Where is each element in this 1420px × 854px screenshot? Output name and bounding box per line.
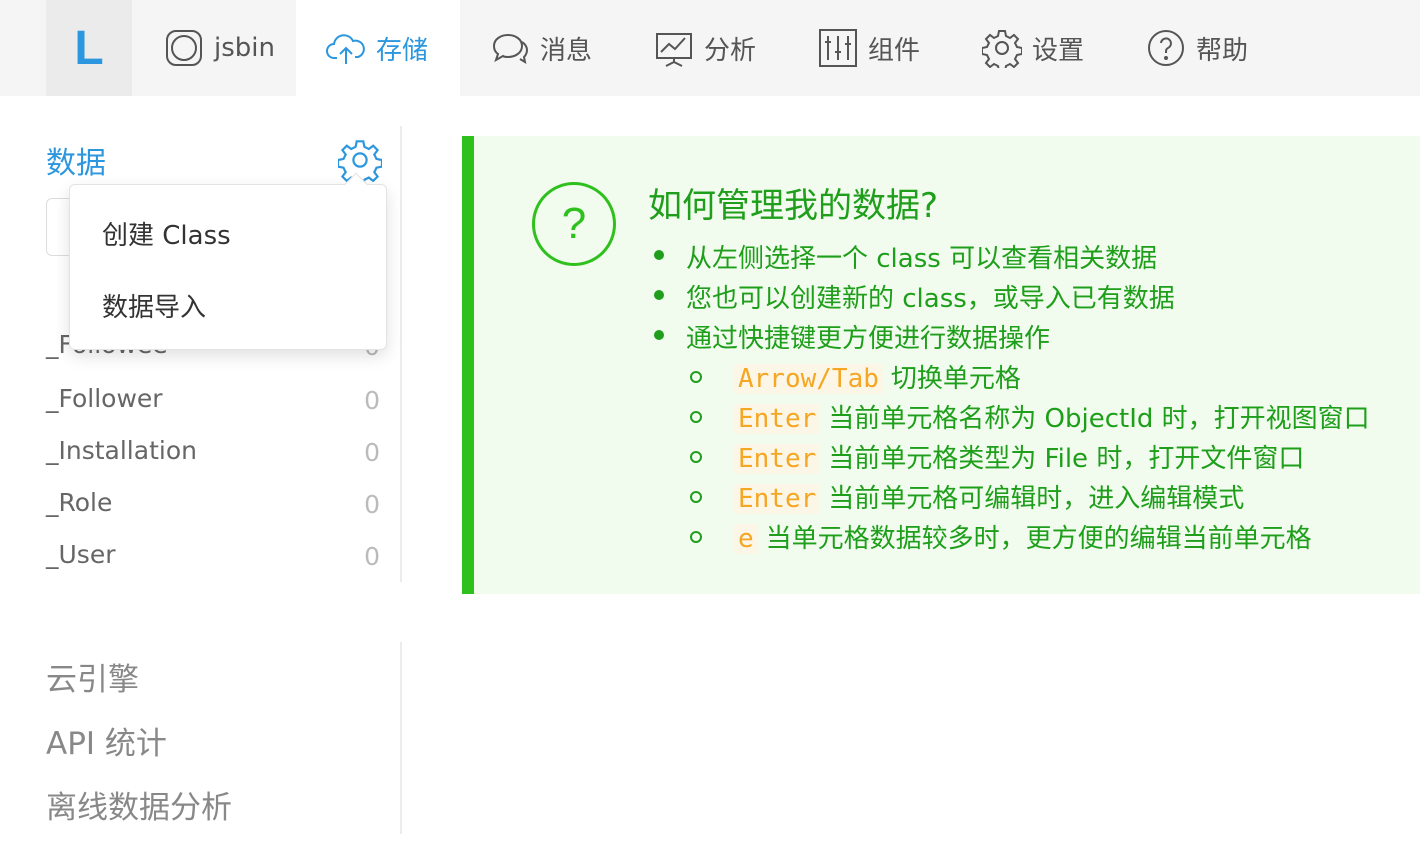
shortcut-item: e 当单元格数据较多时，更方便的编辑当前单元格 [690,518,1312,555]
sidebar-link-api-stats[interactable]: API 统计 [46,718,167,763]
class-count: 0 [364,542,380,571]
help-bullet-text: 通过快捷键更方便进行数据操作 [686,324,1051,354]
class-count: 0 [364,490,380,519]
nav-messages-label: 消息 [540,35,593,66]
class-name: _Installation [46,436,197,465]
app-name: jsbin [214,33,275,63]
create-class-menu-item[interactable]: 创建 Class [102,215,231,252]
sliders-icon [819,29,857,67]
nav-analysis-label: 分析 [704,35,757,66]
bullet-ring [690,371,702,383]
nav-help-label: 帮助 [1196,35,1249,66]
class-count: 0 [364,438,380,467]
sidebar-data-heading[interactable]: 数据 [46,138,106,182]
sidebar-link-offline-analysis[interactable]: 离线数据分析 [46,782,232,827]
chat-bubbles-icon [492,33,529,65]
question-icon [1148,30,1184,66]
nav-storage-label: 存储 [376,35,429,66]
shortcut-item: Enter 当前单元格可编辑时，进入编辑模式 [690,478,1245,515]
bullet-dot [654,250,664,260]
help-bullet-text: 您也可以创建新的 class，或导入已有数据 [686,284,1175,314]
class-count: 0 [364,386,380,415]
help-bullet: 您也可以创建新的 class，或导入已有数据 [654,278,1175,315]
nav-storage[interactable]: 存储 [296,0,460,96]
shortcut-item: Arrow/Tab 切换单元格 [690,358,1021,395]
help-panel: ? 如何管理我的数据? 从左侧选择一个 class 可以查看相关数据 您也可以创… [462,136,1420,594]
help-bullet: 通过快捷键更方便进行数据操作 [654,318,1051,355]
nav-settings-label: 设置 [1032,35,1085,66]
app-icon [166,30,202,66]
shortcut-key: e [734,524,758,554]
class-item[interactable]: _Role 0 [46,488,382,528]
bullet-dot [654,290,664,300]
shortcut-desc: 当前单元格类型为 File 时，打开文件窗口 [828,444,1305,474]
nav-app-switcher[interactable]: jsbin [132,0,296,96]
nav-components-label: 组件 [868,35,921,66]
class-name: _Role [46,488,113,517]
shortcut-desc: 当单元格数据较多时，更方便的编辑当前单元格 [765,524,1312,554]
shortcut-key: Arrow/Tab [734,364,883,394]
help-title: 如何管理我的数据? [648,186,939,226]
nav-settings[interactable]: 设置 [982,0,1084,96]
shortcut-desc: 切换单元格 [890,364,1021,394]
help-bullet: 从左侧选择一个 class 可以查看相关数据 [654,238,1158,275]
data-settings-dropdown: 创建 Class 数据导入 [69,172,387,350]
nav-help[interactable]: 帮助 [1146,0,1248,96]
gear-icon [336,140,384,187]
sidebar-divider [400,126,402,582]
nav-components[interactable]: 组件 [818,0,920,96]
question-icon: ? [532,182,616,266]
bullet-ring [690,491,702,503]
help-bullet-text: 从左侧选择一个 class 可以查看相关数据 [686,244,1158,274]
chart-icon [656,33,692,67]
nav-analysis[interactable]: 分析 [654,0,756,96]
shortcut-desc: 当前单元格名称为 ObjectId 时，打开视图窗口 [828,404,1370,434]
class-item[interactable]: _Installation 0 [46,436,382,476]
shortcut-item: Enter 当前单元格名称为 ObjectId 时，打开视图窗口 [690,398,1370,435]
sidebar-link-cloud-engine[interactable]: 云引擎 [46,654,139,699]
shortcut-key: Enter [734,444,821,474]
gear-icon [982,30,1022,68]
data-settings-button[interactable] [336,138,384,187]
shortcut-item: Enter 当前单元格类型为 File 时，打开文件窗口 [690,438,1305,475]
bullet-ring [690,451,702,463]
top-nav: L jsbin 存储 消息 分析 组件 设置 帮助 [0,0,1420,96]
class-item[interactable]: _User 0 [46,540,382,580]
shortcut-desc: 当前单元格可编辑时，进入编辑模式 [828,484,1245,514]
class-name: _User [46,540,116,569]
class-item[interactable]: _Follower 0 [46,384,382,424]
import-data-menu-item[interactable]: 数据导入 [102,287,206,324]
bullet-ring [690,531,702,543]
class-name: _Follower [46,384,163,413]
app-logo[interactable]: L [46,0,132,96]
shortcut-key: Enter [734,484,821,514]
nav-messages[interactable]: 消息 [490,0,592,96]
sidebar-divider [400,642,402,834]
bullet-ring [690,411,702,423]
cloud-upload-icon [326,34,365,64]
shortcut-key: Enter [734,404,821,434]
bullet-dot [654,330,664,340]
